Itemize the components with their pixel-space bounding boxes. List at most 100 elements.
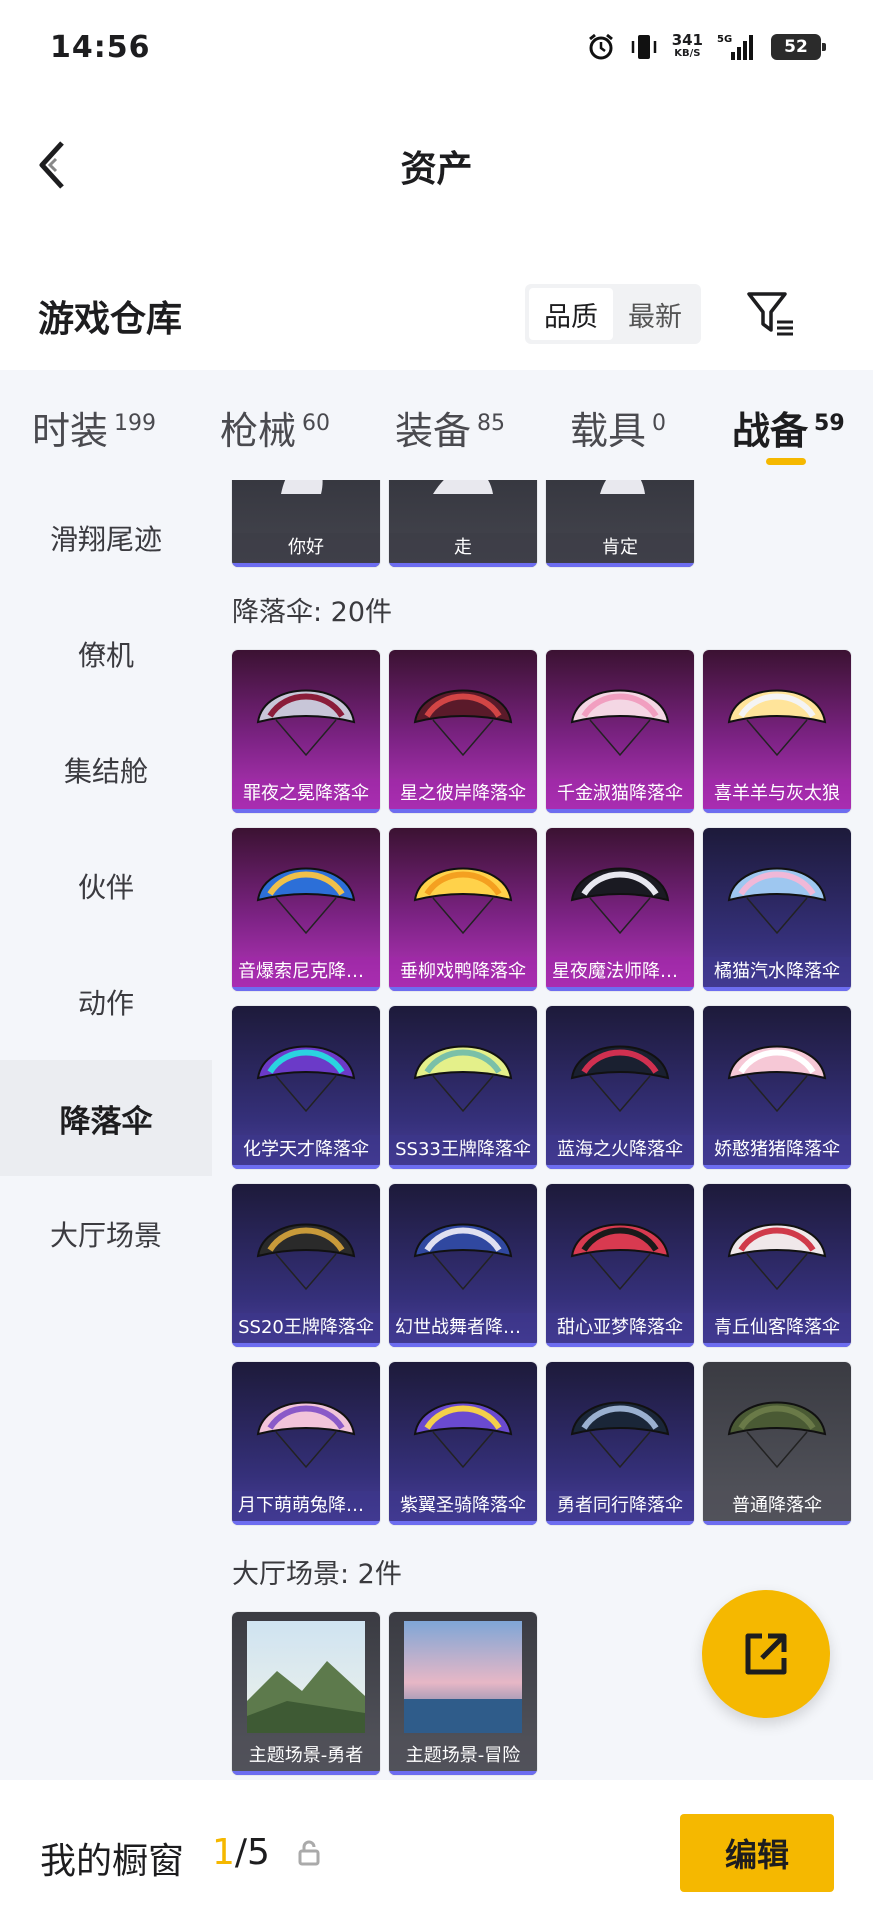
- card-rarity-bar: [546, 563, 694, 567]
- card-rarity-bar: [232, 809, 380, 813]
- parachute-name: 喜羊羊与灰太狼: [703, 779, 851, 809]
- parachute-thumbnail: [546, 1362, 694, 1492]
- parachute-card[interactable]: 娇憨猪猪降落伞: [703, 1006, 851, 1169]
- card-rarity-bar: [232, 1771, 380, 1775]
- action-thumbnail: [232, 480, 380, 534]
- action-thumbnail: [546, 480, 694, 534]
- card-rarity-bar: [546, 809, 694, 813]
- card-rarity-bar: [546, 1521, 694, 1525]
- page-title: 资产: [400, 149, 473, 190]
- sidebar-item-wingman[interactable]: 僚机: [0, 596, 212, 712]
- parachute-card[interactable]: 星之彼岸降落伞: [389, 650, 537, 813]
- sidebar-item-lobby-scene[interactable]: 大厅场景: [0, 1176, 212, 1292]
- parachute-card[interactable]: 紫翼圣骑降落伞: [389, 1362, 537, 1525]
- card-rarity-bar: [389, 1771, 537, 1775]
- parachute-thumbnail: [703, 650, 851, 780]
- action-name: 你好: [232, 533, 380, 563]
- parachute-card[interactable]: 橘猫汽水降落伞: [703, 828, 851, 991]
- card-rarity-bar: [546, 1343, 694, 1347]
- sort-latest[interactable]: 最新: [613, 288, 697, 340]
- parachute-name: 罪夜之冕降落伞: [232, 779, 380, 809]
- parachute-card[interactable]: 星夜魔法师降落伞: [546, 828, 694, 991]
- parachute-name: 青丘仙客降落伞: [703, 1313, 851, 1343]
- sidebar-item-rally-pod[interactable]: 集结舱: [0, 712, 212, 828]
- action-card[interactable]: 肯定: [546, 480, 694, 567]
- showcase-bar: 我的橱窗 1/5 编辑: [0, 1780, 873, 1920]
- active-tab-indicator: [766, 458, 806, 465]
- parachute-card[interactable]: 千金淑猫降落伞: [546, 650, 694, 813]
- card-rarity-bar: [703, 1343, 851, 1347]
- parachute-card[interactable]: SS20王牌降落伞: [232, 1184, 380, 1347]
- parachute-thumbnail: [389, 828, 537, 958]
- sidebar: 滑翔尾迹 僚机 集结舱 伙伴 动作 降落伞 大厅场景: [0, 480, 212, 1780]
- edit-button[interactable]: 编辑: [680, 1814, 834, 1892]
- sort-toggle: 品质 最新: [525, 284, 701, 344]
- parachute-card[interactable]: 幻世战舞者降落伞: [389, 1184, 537, 1347]
- parachute-group-title: 降落伞: 20件: [232, 597, 393, 628]
- parachute-card[interactable]: 普通降落伞: [703, 1362, 851, 1525]
- sidebar-item-actions[interactable]: 动作: [0, 944, 212, 1060]
- parachute-card[interactable]: 月下萌萌兔降落伞: [232, 1362, 380, 1525]
- card-rarity-bar: [232, 1165, 380, 1169]
- tab-equipment[interactable]: 装备 85: [395, 400, 505, 455]
- lobby-group-title: 大厅场景: 2件: [232, 1559, 402, 1590]
- signal-5g-icon: 5G: [717, 32, 757, 62]
- parachute-name: 化学天才降落伞: [232, 1135, 380, 1165]
- lock-icon: [298, 1840, 320, 1866]
- card-rarity-bar: [389, 987, 537, 991]
- lobby-scene-thumbnail: [389, 1612, 537, 1742]
- parachute-card[interactable]: 青丘仙客降落伞: [703, 1184, 851, 1347]
- parachute-name: 娇憨猪猪降落伞: [703, 1135, 851, 1165]
- tab-fashion[interactable]: 时装 199: [32, 400, 156, 455]
- card-rarity-bar: [546, 1165, 694, 1169]
- parachute-name: 勇者同行降落伞: [546, 1491, 694, 1521]
- sort-quality[interactable]: 品质: [529, 288, 613, 340]
- card-rarity-bar: [389, 1165, 537, 1169]
- card-rarity-bar: [232, 563, 380, 567]
- action-card[interactable]: 你好: [232, 480, 380, 567]
- parachute-thumbnail: [232, 1362, 380, 1492]
- tab-guns[interactable]: 枪械 60: [220, 400, 330, 455]
- lobby-scene-name: 主题场景-勇者: [232, 1741, 380, 1771]
- parachute-thumbnail: [232, 1006, 380, 1136]
- lobby-scene-card[interactable]: 主题场景-冒险: [389, 1612, 537, 1775]
- parachute-card[interactable]: 甜心亚梦降落伞: [546, 1184, 694, 1347]
- parachute-card[interactable]: 蓝海之火降落伞: [546, 1006, 694, 1169]
- parachute-card[interactable]: SS33王牌降落伞: [389, 1006, 537, 1169]
- action-name: 走: [389, 533, 537, 563]
- parachute-name: 甜心亚梦降落伞: [546, 1313, 694, 1343]
- card-rarity-bar: [703, 809, 851, 813]
- parachute-thumbnail: [389, 1362, 537, 1492]
- share-button[interactable]: [702, 1590, 830, 1718]
- external-link-icon: [745, 1633, 787, 1675]
- filter-icon[interactable]: [745, 288, 797, 340]
- lobby-scene-card[interactable]: 主题场景-勇者: [232, 1612, 380, 1775]
- category-tabs: 时装 199 枪械 60 装备 85 载具 0 战备 59: [0, 370, 873, 480]
- parachute-card[interactable]: 垂柳戏鸭降落伞: [389, 828, 537, 991]
- parachute-card[interactable]: 喜羊羊与灰太狼: [703, 650, 851, 813]
- parachute-card[interactable]: 罪夜之冕降落伞: [232, 650, 380, 813]
- parachute-name: 幻世战舞者降落伞: [389, 1313, 537, 1343]
- sidebar-item-parachute[interactable]: 降落伞: [0, 1060, 212, 1176]
- card-rarity-bar: [232, 987, 380, 991]
- tab-vehicles[interactable]: 载具 0: [570, 400, 666, 455]
- parachute-name: 紫翼圣骑降落伞: [389, 1491, 537, 1521]
- action-card[interactable]: 走: [389, 480, 537, 567]
- card-rarity-bar: [703, 987, 851, 991]
- tab-combat-prep[interactable]: 战备 59: [732, 400, 845, 455]
- parachute-thumbnail: [232, 828, 380, 958]
- alarm-icon: [586, 32, 616, 62]
- parachute-card[interactable]: 化学天才降落伞: [232, 1006, 380, 1169]
- parachute-thumbnail: [389, 1184, 537, 1314]
- parachute-name: 星之彼岸降落伞: [389, 779, 537, 809]
- card-rarity-bar: [232, 1343, 380, 1347]
- parachute-name: 星夜魔法师降落伞: [546, 957, 694, 987]
- parachute-card[interactable]: 勇者同行降落伞: [546, 1362, 694, 1525]
- card-rarity-bar: [389, 1521, 537, 1525]
- card-rarity-bar: [389, 563, 537, 567]
- parachute-name: SS33王牌降落伞: [389, 1135, 537, 1165]
- parachute-thumbnail: [389, 1006, 537, 1136]
- parachute-card[interactable]: 音爆索尼克降落伞: [232, 828, 380, 991]
- sidebar-item-companion[interactable]: 伙伴: [0, 828, 212, 944]
- sidebar-item-glide-trail[interactable]: 滑翔尾迹: [0, 480, 212, 596]
